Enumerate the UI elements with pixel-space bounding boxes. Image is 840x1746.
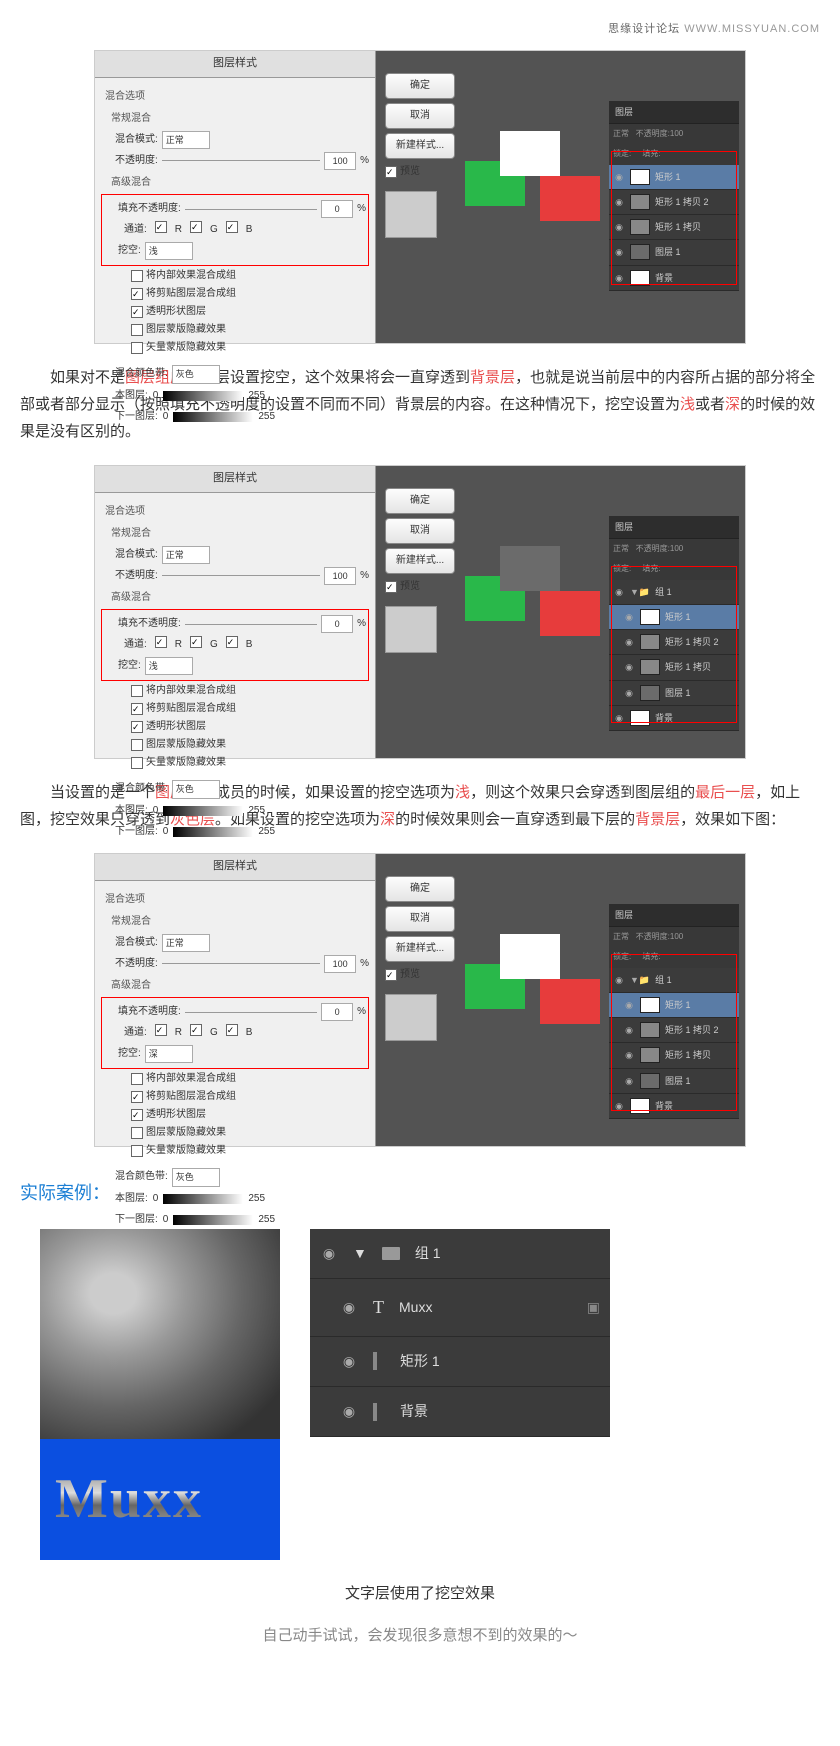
layers-panel: 图层 正常 不透明度:100 锁定: 填充: ◉矩形 1 ◉矩形 1 拷贝 2 … [609, 101, 739, 291]
opacity-input[interactable]: 100 [324, 152, 356, 170]
newstyle-button[interactable]: 新建样式... [385, 133, 455, 159]
knockout-select[interactable]: 浅 [145, 242, 193, 260]
caption-2: 自己动手试试，会发现很多意想不到的效果的～ [20, 1622, 820, 1649]
layer-row[interactable]: ◉矩形 1 拷贝 [609, 215, 739, 240]
example-photo [40, 1229, 280, 1439]
ok-button[interactable]: 确定 [385, 73, 455, 99]
cancel-button[interactable]: 取消 [385, 103, 455, 129]
example-banner: Muxx [40, 1439, 280, 1560]
fill-opacity-input[interactable]: 0 [321, 200, 353, 218]
screenshot-3: 图层样式 混合选项 常规混合 混合模式:正常 不透明度:100% 高级混合 填充… [94, 853, 746, 1147]
layer-options-icon: ▣ [587, 1295, 600, 1320]
screenshot-2: 图层样式 混合选项 常规混合 混合模式:正常 不透明度:100% 高级混合 填充… [94, 465, 746, 759]
blend-mode-select[interactable]: 正常 [162, 131, 210, 149]
watermark: 思缘设计论坛 WWW.MISSYUAN.COM [20, 20, 820, 40]
preview-swatch [385, 191, 437, 238]
folder-icon [382, 1247, 400, 1260]
screenshot-1: 图层样式 混合选项 常规混合 混合模式:正常 不透明度:100% 高级混合 填充… [94, 50, 746, 344]
text-icon: T [373, 1291, 384, 1323]
example-layers-panel: ◉▼组 1 ◉TMuxx▣ ◉矩形 1 ◉背景 [310, 1229, 610, 1437]
layer-row[interactable]: ◉背景 [609, 266, 739, 291]
dialog-title: 图层样式 [95, 51, 375, 78]
example-row: Muxx ◉▼组 1 ◉TMuxx▣ ◉矩形 1 ◉背景 [20, 1229, 820, 1560]
layer-row[interactable]: ◉矩形 1 [609, 165, 739, 190]
layer-row[interactable]: ◉图层 1 [609, 240, 739, 265]
layer-row[interactable]: ◉矩形 1 拷贝 2 [609, 190, 739, 215]
caption-1: 文字层使用了挖空效果 [20, 1580, 820, 1607]
